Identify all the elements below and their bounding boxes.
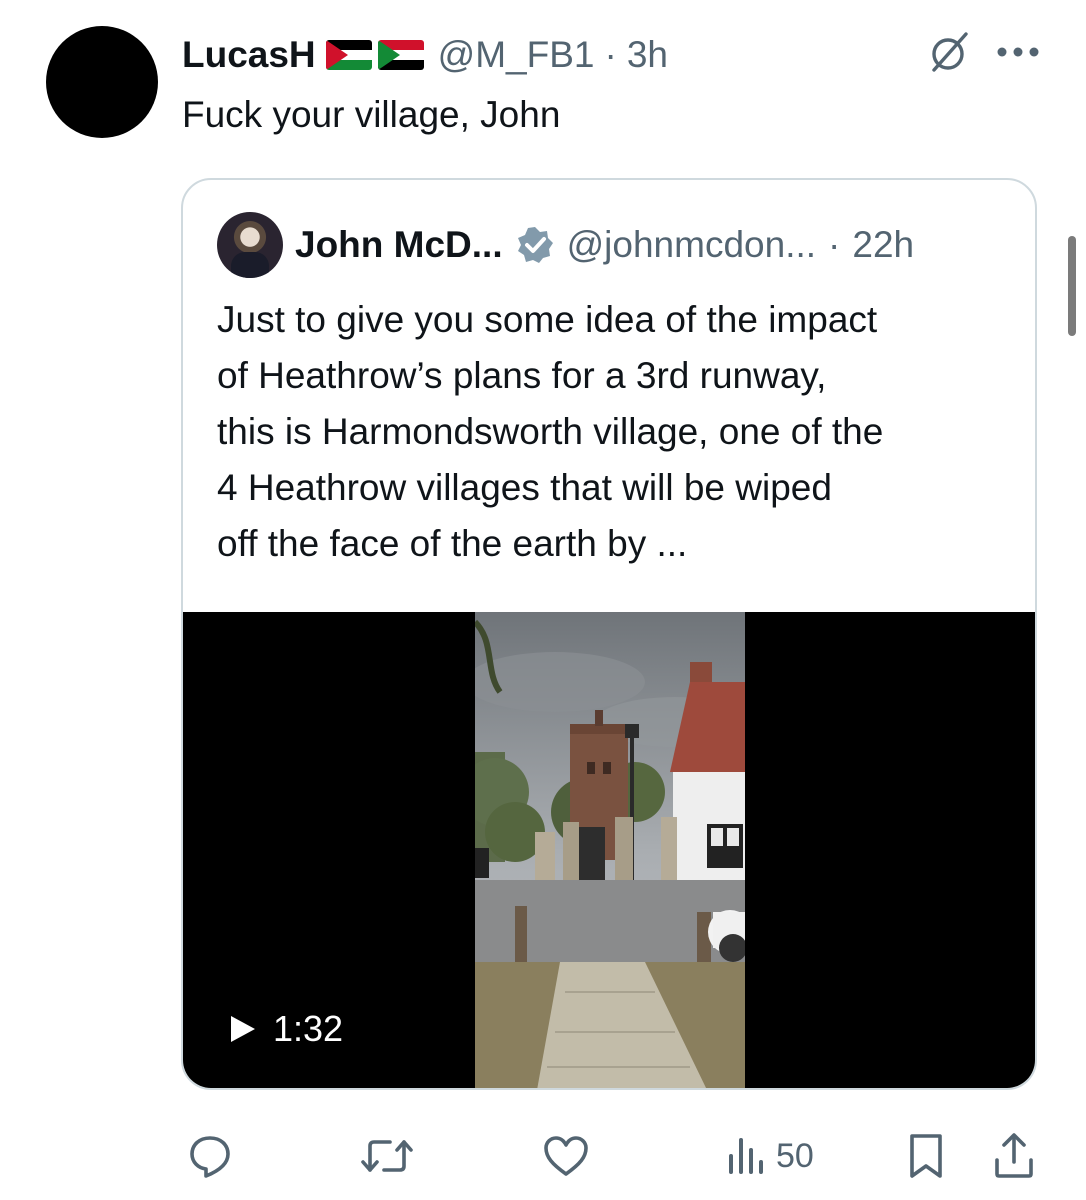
- sudan-flag-icon: [377, 40, 424, 70]
- action-bar: 50: [180, 1128, 1040, 1184]
- video-duration-label: 1:32: [273, 1008, 344, 1049]
- views-icon: [729, 1138, 763, 1174]
- video-thumbnail: [475, 612, 745, 1088]
- author-display-name[interactable]: LucasH: [182, 34, 316, 76]
- tweet-timestamp[interactable]: 3h: [627, 34, 668, 76]
- quoted-tweet-text: Just to give you some idea of the impact…: [217, 292, 1017, 572]
- quoted-tweet[interactable]: John McD... @johnmcdon... · 22h Just to …: [181, 178, 1037, 1090]
- tweet-top-icons: [928, 30, 1040, 74]
- retweet-button[interactable]: [360, 1128, 414, 1184]
- play-icon[interactable]: [231, 1016, 255, 1042]
- tweet-header: LucasH @M_FB1 · 3h: [182, 30, 668, 80]
- more-icon[interactable]: [996, 46, 1040, 58]
- quoted-text-line: this is Harmondsworth village, one of th…: [217, 411, 884, 452]
- quoted-tweet-timestamp: 22h: [852, 224, 915, 265]
- reply-icon: [190, 1136, 230, 1178]
- like-button[interactable]: [542, 1128, 590, 1184]
- views-button[interactable]: 50: [726, 1128, 814, 1184]
- time-separator: ·: [604, 34, 617, 75]
- video-player[interactable]: 1:32: [183, 612, 1035, 1088]
- quoted-time-separator: ·: [828, 224, 841, 265]
- author-handle[interactable]: @M_FB1: [438, 34, 595, 76]
- quoted-text-line: off the face of the earth by ...: [217, 523, 688, 564]
- video-duration[interactable]: 1:32: [231, 1008, 343, 1050]
- quoted-text-line: Just to give you some idea of the impact: [217, 299, 878, 340]
- palestine-flag-icon: [325, 40, 372, 70]
- retweet-icon: [361, 1140, 413, 1172]
- tweet-text: Fuck your village, John: [182, 94, 561, 135]
- bookmark-icon: [910, 1134, 942, 1178]
- author-flags: [325, 40, 424, 70]
- author-avatar[interactable]: [46, 26, 158, 138]
- scrollbar[interactable]: [1068, 236, 1076, 336]
- quoted-text-line: 4 Heathrow villages that will be wiped: [217, 467, 832, 508]
- quoted-author-avatar: [217, 212, 283, 278]
- bookmark-button[interactable]: [906, 1128, 946, 1184]
- quoted-tweet-header: John McD... @johnmcdon... · 22h: [217, 212, 914, 278]
- reply-button[interactable]: [186, 1128, 234, 1184]
- grok-icon[interactable]: [928, 30, 972, 74]
- quoted-author-handle: @johnmcdon...: [566, 224, 817, 265]
- quoted-text-line: of Heathrow’s plans for a 3rd runway,: [217, 355, 827, 396]
- share-button[interactable]: [992, 1128, 1036, 1184]
- views-count: 50: [776, 1136, 814, 1175]
- verified-badge-icon: [515, 225, 555, 265]
- share-icon: [995, 1133, 1033, 1178]
- quoted-author-display-name: John McD...: [295, 224, 503, 265]
- heart-icon: [544, 1136, 588, 1176]
